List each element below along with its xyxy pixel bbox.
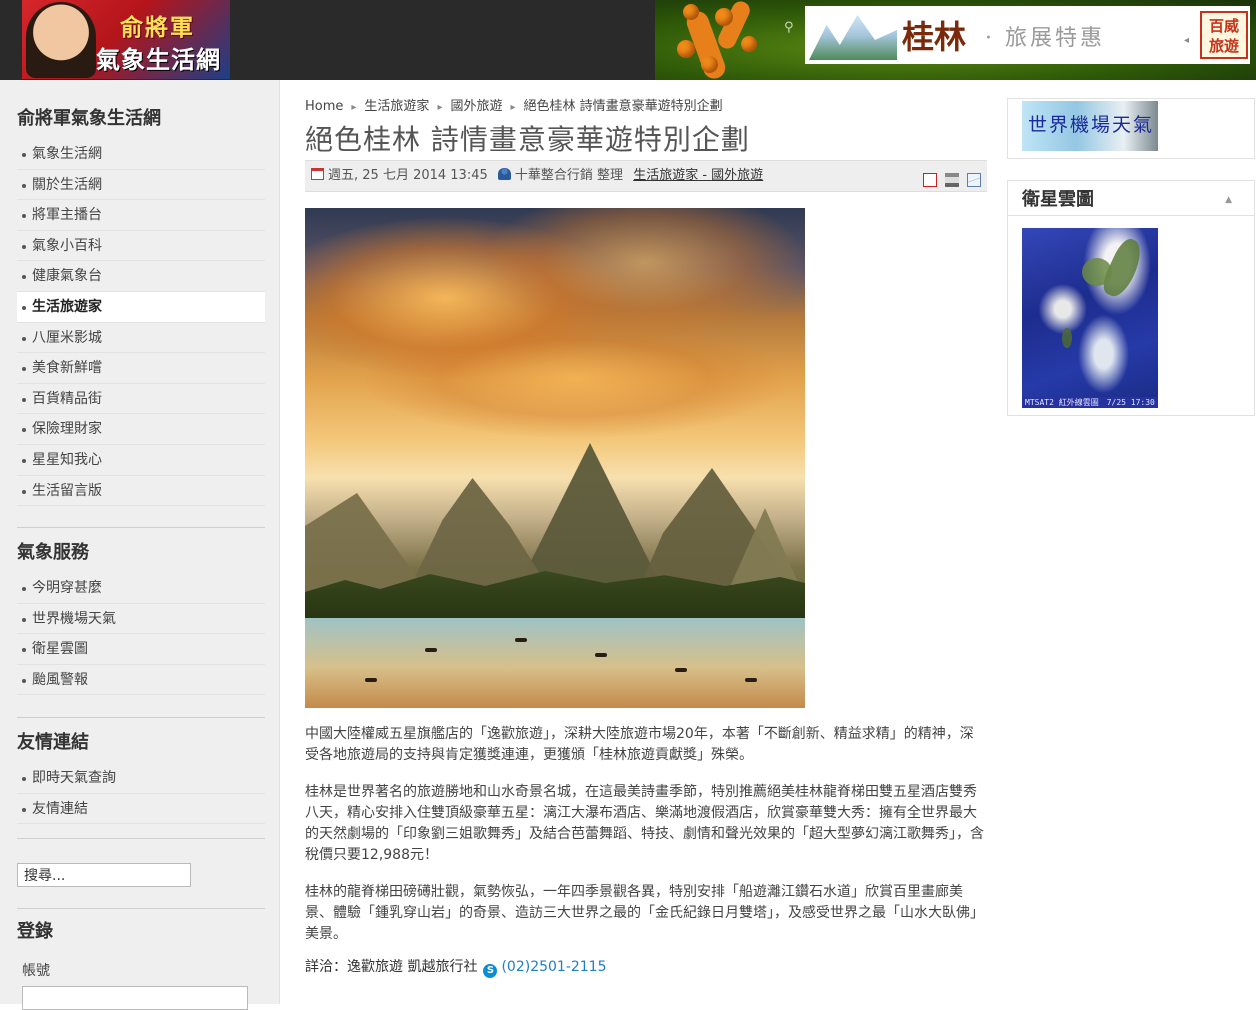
article-author: 十華整合行銷 整理 bbox=[514, 168, 624, 183]
logo-line-2: 氣象生活網 bbox=[96, 45, 221, 74]
airport-weather-image: 世界機場天氣 bbox=[1022, 101, 1158, 151]
sidebar-weather-services: 氣象服務 今明穿甚麼 世界機場天氣 衛星雲圖 颱風警報 bbox=[17, 533, 265, 696]
satellite-caption: MTSAT2 紅外線雲圖 7/25 17:30 bbox=[1022, 397, 1158, 408]
page-title: 絕色桂林 詩情畫意豪華遊特別企劃 bbox=[305, 123, 750, 156]
banner-title: 桂林 bbox=[902, 18, 967, 56]
skype-icon[interactable]: S bbox=[483, 964, 498, 978]
sidebar-heading-weather-services: 氣象服務 bbox=[17, 542, 89, 563]
banner-brand-logo: 百威旅遊 bbox=[1200, 11, 1248, 59]
site-logo[interactable]: 俞將軍 氣象生活網 bbox=[22, 0, 230, 79]
category-separator: - bbox=[698, 168, 712, 183]
sidebar-item-weather-encyclopedia[interactable]: 氣象小百科 bbox=[17, 231, 265, 262]
article-paragraph: 桂林的龍脊梯田磅礡壯觀，氣勢恢弘，一年四季景觀各異，特別安排「船遊灕江鑽石水道」… bbox=[305, 884, 984, 942]
sidebar-item-what-to-wear[interactable]: 今明穿甚麼 bbox=[17, 573, 265, 604]
user-icon bbox=[497, 168, 511, 180]
sidebar-item-cinema[interactable]: 八厘米影城 bbox=[17, 323, 265, 354]
article-actions bbox=[919, 169, 981, 199]
breadcrumb-home[interactable]: Home bbox=[305, 99, 343, 114]
pdf-icon[interactable] bbox=[922, 173, 937, 187]
email-icon[interactable] bbox=[967, 173, 981, 187]
category-child-link[interactable]: 國外旅遊 bbox=[711, 168, 763, 183]
article-paragraph: 中國大陸權威五星旗艦店的「逸歡旅遊」，深耕大陸旅遊市場20年，本著「不斷創新、精… bbox=[305, 726, 974, 763]
breadcrumb-current: 絕色桂林 詩情畫意豪華遊特別企劃 bbox=[523, 99, 723, 114]
article-main: Home ▸ 生活旅遊家 ▸ 國外旅遊 ▸ 絕色桂林 詩情畫意豪華遊特別企劃 絕色桂林 詩情… bbox=[305, 96, 987, 978]
sidebar-item-satellite[interactable]: 衛星雲圖 bbox=[17, 634, 265, 665]
contact-phone-link[interactable]: (02)2501-2115 bbox=[501, 959, 606, 975]
sidebar-divider bbox=[17, 908, 265, 909]
sidebar-divider bbox=[17, 838, 265, 839]
sidebar-item-food[interactable]: 美食新鮮嚐 bbox=[17, 353, 265, 384]
sidebar-item-boutique[interactable]: 百貨精品街 bbox=[17, 384, 265, 415]
airport-weather-banner[interactable]: 世界機場天氣 bbox=[1007, 98, 1255, 159]
sidebar-links: 友情連結 即時天氣查詢 友情連結 bbox=[17, 723, 265, 825]
sidebar-item-stars[interactable]: 星星知我心 bbox=[17, 445, 265, 476]
contact-line: 詳洽：逸歡旅遊 凱越旅行社 S (02)2501-2115 bbox=[305, 957, 987, 978]
right-column: 世界機場天氣 衛星雲圖 ▲ MTSAT2 紅外線雲圖 7/25 17:30 bbox=[1007, 98, 1255, 416]
contact-label: 詳洽：逸歡旅遊 凱越旅行社 bbox=[305, 959, 478, 975]
sidebar-item-weather-life[interactable]: 氣象生活網 bbox=[17, 139, 265, 170]
left-sidebar: 俞將軍氣象生活網 氣象生活網 關於生活網 將軍主播台 氣象小百科 健康氣象台 生… bbox=[0, 80, 280, 1010]
sidebar-divider bbox=[17, 717, 265, 718]
sidebar-heading-links: 友情連結 bbox=[17, 732, 89, 753]
sidebar-item-finance[interactable]: 保險理財家 bbox=[17, 414, 265, 445]
header-search-icon[interactable]: ⚲ bbox=[784, 20, 794, 35]
breadcrumb: Home ▸ 生活旅遊家 ▸ 國外旅遊 ▸ 絕色桂林 詩情畫意豪華遊特別企劃 bbox=[305, 96, 987, 118]
breadcrumb-separator-icon: ▸ bbox=[437, 102, 443, 113]
collapse-caret-icon[interactable]: ▲ bbox=[1225, 195, 1232, 205]
sidebar-divider bbox=[17, 527, 265, 528]
banner-subtitle: · 旅展特惠 bbox=[985, 26, 1105, 51]
article-meta-bar: 週五, 25 七月 2014 13:45 十華整合行銷 整理 生活旅遊家 - 國… bbox=[305, 160, 987, 192]
sidebar-item-health-weather[interactable]: 健康氣象台 bbox=[17, 261, 265, 292]
airport-weather-label: 世界機場天氣 bbox=[1028, 114, 1155, 136]
breadcrumb-overseas[interactable]: 國外旅遊 bbox=[450, 99, 502, 114]
sidebar-item-about[interactable]: 關於生活網 bbox=[17, 170, 265, 201]
logo-portrait bbox=[26, 2, 96, 78]
article-date: 週五, 25 七月 2014 13:45 bbox=[328, 168, 488, 183]
satellite-image[interactable]: MTSAT2 紅外線雲圖 7/25 17:30 bbox=[1022, 228, 1158, 408]
breadcrumb-separator-icon: ▸ bbox=[351, 102, 357, 113]
sidebar-item-anchor-desk[interactable]: 將軍主播台 bbox=[17, 200, 265, 231]
login-account-label: 帳號 bbox=[22, 963, 50, 979]
sidebar-item-airport-weather[interactable]: 世界機場天氣 bbox=[17, 604, 265, 635]
username-field[interactable] bbox=[22, 986, 248, 1010]
satellite-heading: 衛星雲圖 bbox=[1022, 189, 1094, 210]
calendar-icon bbox=[311, 168, 324, 180]
sidebar-main-menu: 俞將軍氣象生活網 氣象生活網 關於生活網 將軍主播台 氣象小百科 健康氣象台 生… bbox=[17, 99, 265, 507]
banner-mountain-image bbox=[809, 15, 897, 60]
sidebar-item-realtime-weather[interactable]: 即時天氣查詢 bbox=[17, 763, 265, 794]
category-parent-link[interactable]: 生活旅遊家 bbox=[633, 168, 698, 183]
breadcrumb-travel[interactable]: 生活旅遊家 bbox=[364, 99, 429, 114]
article-paragraph: 桂林是世界著名的旅遊勝地和山水奇景名城，在這最美詩畫季節，特別推薦絕美桂林龍脊梯… bbox=[305, 784, 984, 863]
article-hero-image bbox=[305, 208, 805, 708]
site-header: 俞將軍 氣象生活網 ⚲ 桂林 · 旅展特惠 百威旅遊 ◂ bbox=[0, 0, 1256, 80]
banner-arrow-icon: ◂ bbox=[1184, 35, 1190, 46]
sidebar-item-travel[interactable]: 生活旅遊家 bbox=[17, 291, 265, 323]
sidebar-item-guestbook[interactable]: 生活留言版 bbox=[17, 476, 265, 507]
satellite-panel: 衛星雲圖 ▲ MTSAT2 紅外線雲圖 7/25 17:30 bbox=[1007, 180, 1255, 416]
login-heading: 登錄 bbox=[17, 921, 53, 942]
sidebar-heading-main: 俞將軍氣象生活網 bbox=[17, 108, 161, 129]
logo-line-1: 俞將軍 bbox=[120, 14, 195, 41]
search-input[interactable] bbox=[17, 863, 191, 887]
sidebar-item-typhoon[interactable]: 颱風警報 bbox=[17, 665, 265, 696]
sidebar-item-friend-links[interactable]: 友情連結 bbox=[17, 794, 265, 825]
breadcrumb-separator-icon: ▸ bbox=[510, 102, 516, 113]
print-icon[interactable] bbox=[944, 173, 959, 187]
login-module: 登錄 bbox=[17, 912, 265, 952]
